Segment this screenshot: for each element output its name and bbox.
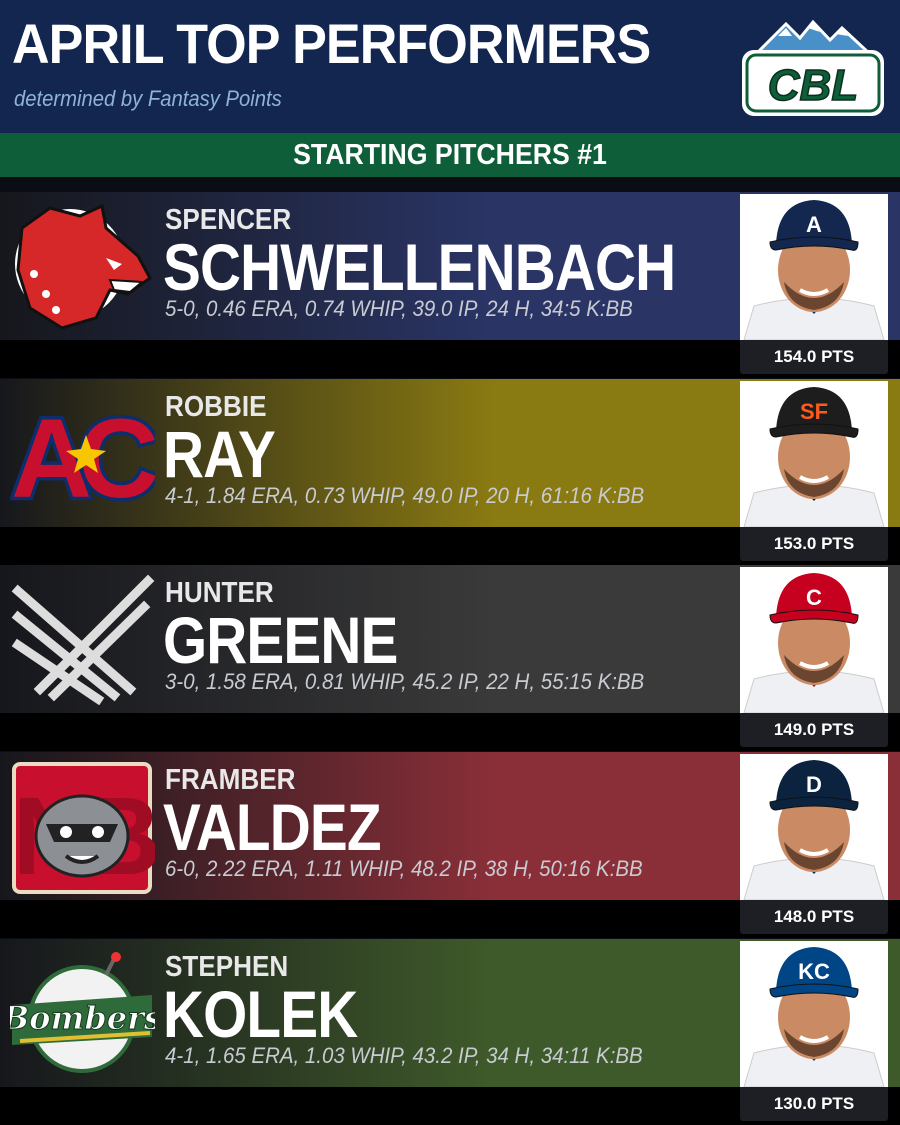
player-points: 148.0 PTS <box>740 900 888 934</box>
player-last-name: SCHWELLENBACH <box>163 230 676 304</box>
player-last-name: RAY <box>163 417 276 491</box>
player-last-name: GREENE <box>163 603 398 677</box>
page-title: APRIL TOP PERFORMERS <box>12 12 651 75</box>
league-logo-text: CBL <box>768 61 858 110</box>
player-stats: 5-0, 0.46 ERA, 0.74 WHIP, 39.0 IP, 24 H,… <box>165 296 633 321</box>
player-row: Bombers STEPHEN KOLEK 4-1, 1.65 ERA, 1.0… <box>0 939 900 1125</box>
svg-text:C: C <box>806 585 822 610</box>
player-row: AC ROBBIE RAY 4-1, 1.84 ERA, 0.73 WHIP, … <box>0 379 900 565</box>
team-logo <box>10 198 155 336</box>
team-logo: Bombers <box>1 945 162 1083</box>
team-logo: AC <box>8 385 174 525</box>
player-stats: 6-0, 2.22 ERA, 1.11 WHIP, 48.2 IP, 38 H,… <box>165 856 643 881</box>
player-points: 153.0 PTS <box>740 527 888 561</box>
section-label: STARTING PITCHERS #1 <box>293 139 607 171</box>
player-headshot: D <box>740 754 888 900</box>
player-row: NB FRAMBER VALDEZ 6-0, 2.22 ERA, 1.11 WH… <box>0 752 900 938</box>
header: APRIL TOP PERFORMERS determined by Fanta… <box>0 0 900 133</box>
svg-text:Bombers: Bombers <box>10 999 155 1037</box>
section-band: STARTING PITCHERS #1 <box>0 133 900 177</box>
player-headshot: SF <box>740 381 888 527</box>
svg-text:SF: SF <box>800 399 828 424</box>
player-points: 130.0 PTS <box>740 1087 888 1121</box>
player-points: 154.0 PTS <box>740 340 888 374</box>
svg-text:D: D <box>806 772 822 797</box>
player-last-name: KOLEK <box>163 977 358 1051</box>
player-row: HUNTER GREENE 3-0, 1.58 ERA, 0.81 WHIP, … <box>0 565 900 751</box>
player-stats: 3-0, 1.58 ERA, 0.81 WHIP, 45.2 IP, 22 H,… <box>165 669 645 694</box>
player-stats: 4-1, 1.65 ERA, 1.03 WHIP, 43.2 IP, 34 H,… <box>165 1043 643 1068</box>
player-points: 149.0 PTS <box>740 713 888 747</box>
page-subtitle: determined by Fantasy Points <box>14 86 282 111</box>
svg-text:KC: KC <box>798 959 830 984</box>
player-stats: 4-1, 1.84 ERA, 0.73 WHIP, 49.0 IP, 20 H,… <box>165 483 645 508</box>
svg-text:A: A <box>806 212 822 237</box>
team-logo <box>10 571 155 709</box>
player-last-name: VALDEZ <box>163 790 382 864</box>
player-row: SPENCER SCHWELLENBACH 5-0, 0.46 ERA, 0.7… <box>0 192 900 378</box>
league-logo: CBL <box>738 14 888 120</box>
player-headshot: A <box>740 194 888 340</box>
player-headshot: KC <box>740 941 888 1087</box>
team-logo: NB <box>10 758 167 898</box>
player-headshot: C <box>740 567 888 713</box>
